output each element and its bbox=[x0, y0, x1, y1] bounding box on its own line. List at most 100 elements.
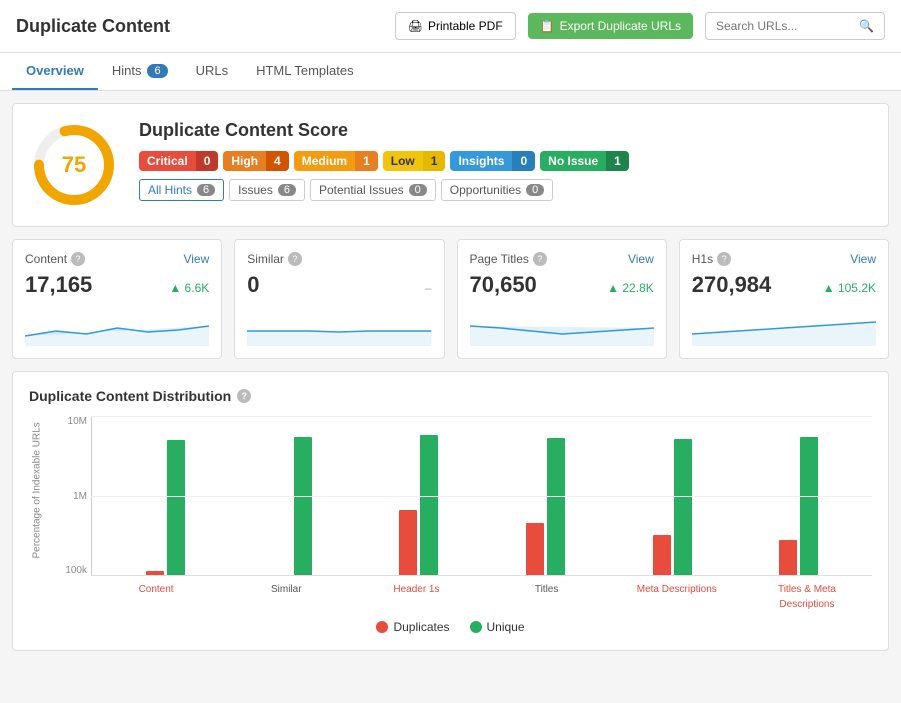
bar-meta-red bbox=[653, 535, 671, 575]
chart-container: Percentage of Indexable URLs 10M 1M 100k bbox=[29, 416, 872, 610]
x-labels: Content Similar Header 1s Titles Meta De… bbox=[53, 580, 872, 610]
grid-line-top bbox=[91, 416, 872, 417]
tag-medium[interactable]: Medium 1 bbox=[294, 151, 378, 171]
export-icon: 📋 bbox=[540, 19, 555, 33]
export-button[interactable]: 📋 Export Duplicate URLs bbox=[528, 13, 693, 39]
similar-change: – bbox=[425, 281, 432, 295]
legend-dot-unique bbox=[470, 621, 482, 633]
severity-tags: Critical 0 High 4 Medium 1 Low 1 Insight… bbox=[139, 151, 872, 171]
search-input[interactable] bbox=[716, 19, 854, 33]
bar-group-content bbox=[102, 440, 229, 575]
y-axis-label: Percentage of Indexable URLs bbox=[32, 468, 43, 558]
legend-unique: Unique bbox=[470, 620, 525, 634]
legend-label-duplicates: Duplicates bbox=[393, 620, 449, 634]
bar-titles-meta-red bbox=[779, 540, 797, 575]
score-card: 75 Duplicate Content Score Critical 0 Hi… bbox=[12, 103, 889, 227]
legend-dot-duplicates bbox=[376, 621, 388, 633]
printable-pdf-button[interactable]: 🖨 Printable PDF bbox=[395, 12, 516, 40]
chart-area: 10M 1M 100k bbox=[53, 416, 872, 610]
bar-titles-green bbox=[547, 438, 565, 575]
filter-all-hints[interactable]: All Hints 6 bbox=[139, 179, 224, 201]
similar-help-icon[interactable]: ? bbox=[288, 252, 302, 266]
x-label-similar: Similar bbox=[221, 580, 351, 610]
bar-group-header1s bbox=[355, 435, 482, 575]
tab-overview[interactable]: Overview bbox=[12, 53, 98, 90]
h1s-change: ▲ 105.2K bbox=[823, 281, 876, 295]
content-chart bbox=[25, 306, 209, 346]
tab-urls[interactable]: URLs bbox=[182, 53, 243, 90]
hints-badge: 6 bbox=[147, 64, 167, 78]
filter-potential-issues[interactable]: Potential Issues 0 bbox=[310, 179, 436, 201]
distribution-help-icon[interactable]: ? bbox=[237, 389, 251, 403]
print-icon: 🖨 bbox=[408, 19, 423, 33]
tag-insights[interactable]: Insights 0 bbox=[450, 151, 535, 171]
tab-hints[interactable]: Hints 6 bbox=[98, 53, 182, 90]
h1s-value: 270,984 bbox=[692, 272, 772, 298]
x-label-header1s: Header 1s bbox=[351, 580, 481, 610]
content-help-icon[interactable]: ? bbox=[71, 252, 85, 266]
grid-line-bottom bbox=[91, 575, 872, 576]
similar-value: 0 bbox=[247, 272, 259, 298]
score-info: Duplicate Content Score Critical 0 High … bbox=[139, 120, 872, 201]
bar-group-meta bbox=[609, 439, 736, 575]
page-titles-view-link[interactable]: View bbox=[628, 252, 654, 266]
y-axis-label-wrap: Percentage of Indexable URLs bbox=[29, 416, 45, 610]
content-change: ▲ 6.6K bbox=[169, 281, 209, 295]
chart-legend: Duplicates Unique bbox=[29, 620, 872, 634]
search-box[interactable]: 🔍 bbox=[705, 12, 885, 40]
metric-page-titles: Page Titles ? View 70,650 ▲ 22.8K bbox=[457, 239, 667, 359]
tabs: Overview Hints 6 URLs HTML Templates bbox=[0, 53, 901, 91]
tag-noissue[interactable]: No Issue 1 bbox=[540, 151, 629, 171]
chart-with-yaxis: 10M 1M 100k bbox=[53, 416, 872, 576]
distribution-card: Duplicate Content Distribution ? Percent… bbox=[12, 371, 889, 651]
similar-chart bbox=[247, 306, 431, 346]
bars-area bbox=[91, 416, 872, 576]
bar-group-titles-meta bbox=[735, 437, 862, 575]
bar-content-green bbox=[167, 440, 185, 575]
bar-header1s-green bbox=[420, 435, 438, 575]
score-value: 75 bbox=[62, 152, 86, 178]
donut-chart: 75 bbox=[29, 120, 119, 210]
x-label-titles: Titles bbox=[482, 580, 612, 610]
distribution-title: Duplicate Content Distribution bbox=[29, 388, 231, 404]
tag-high[interactable]: High 4 bbox=[223, 151, 288, 171]
page-titles-change: ▲ 22.8K bbox=[607, 281, 654, 295]
page-titles-chart bbox=[470, 306, 654, 346]
legend-label-unique: Unique bbox=[487, 620, 525, 634]
h1s-help-icon[interactable]: ? bbox=[717, 252, 731, 266]
filter-opportunities[interactable]: Opportunities 0 bbox=[441, 179, 554, 201]
content-view-link[interactable]: View bbox=[183, 252, 209, 266]
bar-meta-green bbox=[674, 439, 692, 575]
tag-low[interactable]: Low 1 bbox=[383, 151, 446, 171]
page-titles-value: 70,650 bbox=[470, 272, 537, 298]
grid-line-mid bbox=[91, 496, 872, 497]
bar-header1s-red bbox=[399, 510, 417, 575]
content-value: 17,165 bbox=[25, 272, 92, 298]
legend-duplicates: Duplicates bbox=[376, 620, 449, 634]
metrics-row: Content ? View 17,165 ▲ 6.6K Similar bbox=[12, 239, 889, 359]
tag-critical[interactable]: Critical 0 bbox=[139, 151, 218, 171]
search-icon: 🔍 bbox=[859, 19, 874, 33]
bar-group-titles bbox=[482, 438, 609, 575]
page-title: Duplicate Content bbox=[16, 16, 383, 37]
bar-similar-green bbox=[294, 437, 312, 575]
x-label-titles-meta: Titles & MetaDescriptions bbox=[742, 580, 872, 610]
score-title: Duplicate Content Score bbox=[139, 120, 872, 141]
h1s-chart bbox=[692, 306, 876, 346]
bar-titles-red bbox=[526, 523, 544, 575]
y-axis: 10M 1M 100k bbox=[53, 416, 91, 576]
x-label-meta: Meta Descriptions bbox=[612, 580, 742, 610]
main-content: 75 Duplicate Content Score Critical 0 Hi… bbox=[0, 91, 901, 663]
metric-similar: Similar ? 0 – bbox=[234, 239, 444, 359]
page-titles-help-icon[interactable]: ? bbox=[533, 252, 547, 266]
metric-h1s: H1s ? View 270,984 ▲ 105.2K bbox=[679, 239, 889, 359]
filter-tags: All Hints 6 Issues 6 Potential Issues 0 … bbox=[139, 179, 872, 201]
metric-content: Content ? View 17,165 ▲ 6.6K bbox=[12, 239, 222, 359]
filter-issues[interactable]: Issues 6 bbox=[229, 179, 305, 201]
bar-titles-meta-green bbox=[800, 437, 818, 575]
x-label-content: Content bbox=[91, 580, 221, 610]
header: Duplicate Content 🖨 Printable PDF 📋 Expo… bbox=[0, 0, 901, 53]
tab-html-templates[interactable]: HTML Templates bbox=[242, 53, 368, 90]
bar-group-similar bbox=[229, 437, 356, 575]
h1s-view-link[interactable]: View bbox=[850, 252, 876, 266]
